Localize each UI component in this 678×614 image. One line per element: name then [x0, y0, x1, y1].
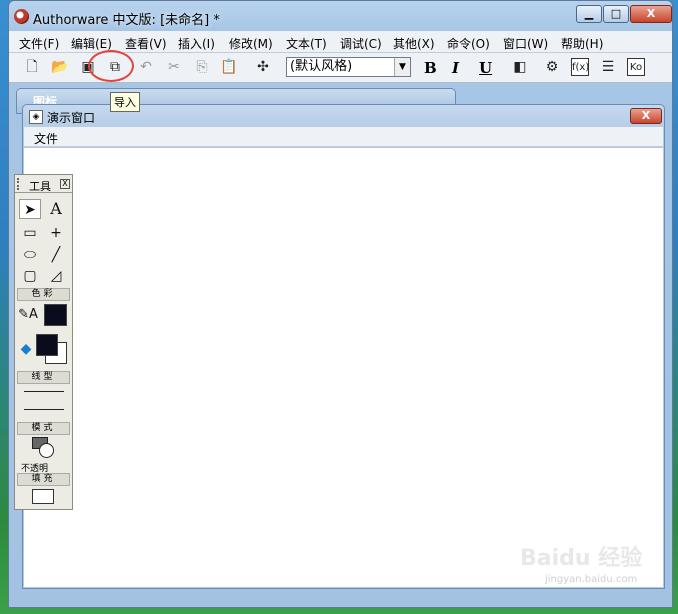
minimize-button[interactable]: ▁ [576, 5, 602, 23]
menu-help[interactable]: 帮助(H) [561, 35, 603, 52]
text-style-select[interactable]: (默认风格) ▼ [286, 57, 411, 77]
import-tooltip: 导入 [110, 92, 140, 112]
fill-foreground-swatch[interactable] [36, 334, 58, 356]
mode-section-label: 模式 [17, 422, 70, 435]
control-panel-icon[interactable]: ⚙ [543, 58, 561, 76]
open-file-icon[interactable]: 📂 [51, 58, 69, 76]
menu-insert[interactable]: 插入(I) [178, 35, 215, 52]
fill-section-label: 填充 [17, 473, 70, 486]
fill-pattern-swatch[interactable] [32, 489, 54, 504]
function-window-icon[interactable]: f(x) [571, 58, 589, 76]
fill-bucket-icon[interactable]: ◆ [15, 339, 37, 359]
knowledge-object-icon[interactable]: Ko [627, 58, 645, 76]
rounded-rectangle-tool-icon[interactable]: ▢ [19, 266, 41, 286]
text-style-value: (默认风格) [290, 59, 353, 74]
menu-window[interactable]: 窗口(W) [503, 35, 548, 52]
presentation-menu-bar: 文件 [24, 127, 663, 147]
app-logo-icon [14, 9, 29, 24]
ellipse-tool-icon[interactable]: ⬭ [19, 245, 41, 265]
presentation-stage[interactable] [24, 148, 663, 587]
grip-icon[interactable] [17, 178, 21, 190]
maximize-button[interactable]: □ [603, 5, 629, 23]
text-tool-icon[interactable]: A [45, 199, 67, 219]
crosshair-line-tool-icon[interactable]: + [45, 223, 67, 243]
import-highlight-ring [88, 50, 134, 82]
underline-button[interactable]: U [479, 59, 492, 77]
window-title: Authorware 中文版: [未命名] * [33, 13, 220, 28]
paste-icon[interactable]: 📋 [220, 58, 238, 76]
line-style-thin[interactable] [24, 391, 64, 392]
rectangle-tool-icon[interactable]: ▭ [19, 223, 41, 243]
new-file-icon[interactable]: 🗋 [23, 58, 41, 76]
menu-other[interactable]: 其他(X) [393, 35, 435, 52]
menu-debug[interactable]: 调试(C) [340, 35, 382, 52]
watermark-url: jingyan.baidu.com [545, 574, 638, 585]
copy-icon[interactable]: ⎘ [193, 58, 211, 76]
presentation-window-icon: ◈ [29, 110, 43, 124]
bold-button[interactable]: B [424, 59, 437, 77]
presentation-window[interactable]: ◈ 演示窗口 X 文件 [22, 104, 665, 589]
cut-icon[interactable]: ✂ [165, 58, 183, 76]
pencil-text-color-icon[interactable]: ✎A [17, 305, 39, 325]
mode-circle-icon[interactable] [39, 443, 54, 458]
title-bar[interactable]: Authorware 中文版: [未命名] * ▁ □ X [9, 1, 672, 31]
menu-command[interactable]: 命令(O) [447, 35, 490, 52]
presentation-close-button[interactable]: X [630, 108, 662, 124]
menu-text[interactable]: 文本(T) [286, 35, 327, 52]
line-style-normal[interactable] [24, 409, 64, 410]
tool-palette-close-button[interactable]: X [60, 179, 70, 189]
stroke-color-swatch[interactable] [44, 304, 67, 326]
close-button[interactable]: X [630, 5, 672, 23]
italic-button[interactable]: I [452, 59, 459, 77]
menu-view[interactable]: 查看(V) [125, 35, 167, 52]
tool-palette: 工具 X ➤ A ▭ + ⬭ ╱ ▢ ◿ 色彩 ✎A ◆ 线型 模式 不透明 填… [14, 174, 73, 510]
variables-window-icon[interactable]: ☰ [599, 58, 617, 76]
find-icon[interactable]: ✣ [254, 58, 272, 76]
presentation-menu-file[interactable]: 文件 [34, 130, 58, 147]
undo-icon[interactable]: ↶ [137, 58, 155, 76]
menu-modify[interactable]: 修改(M) [229, 35, 273, 52]
tool-palette-header[interactable]: 工具 X [15, 175, 72, 193]
diagonal-line-tool-icon[interactable]: ╱ [45, 245, 67, 265]
menu-file[interactable]: 文件(F) [19, 35, 59, 52]
tool-palette-title: 工具 [29, 180, 51, 193]
watermark: Baidu 经验 [520, 546, 643, 571]
presentation-window-title: 演示窗口 [47, 111, 96, 125]
polygon-tool-icon[interactable]: ◿ [45, 266, 67, 286]
color-section-label: 色彩 [17, 288, 70, 301]
run-icon[interactable]: ◧ [511, 58, 529, 76]
chevron-down-icon[interactable]: ▼ [394, 58, 410, 76]
line-section-label: 线型 [17, 371, 70, 384]
pointer-tool-icon[interactable]: ➤ [19, 199, 41, 219]
